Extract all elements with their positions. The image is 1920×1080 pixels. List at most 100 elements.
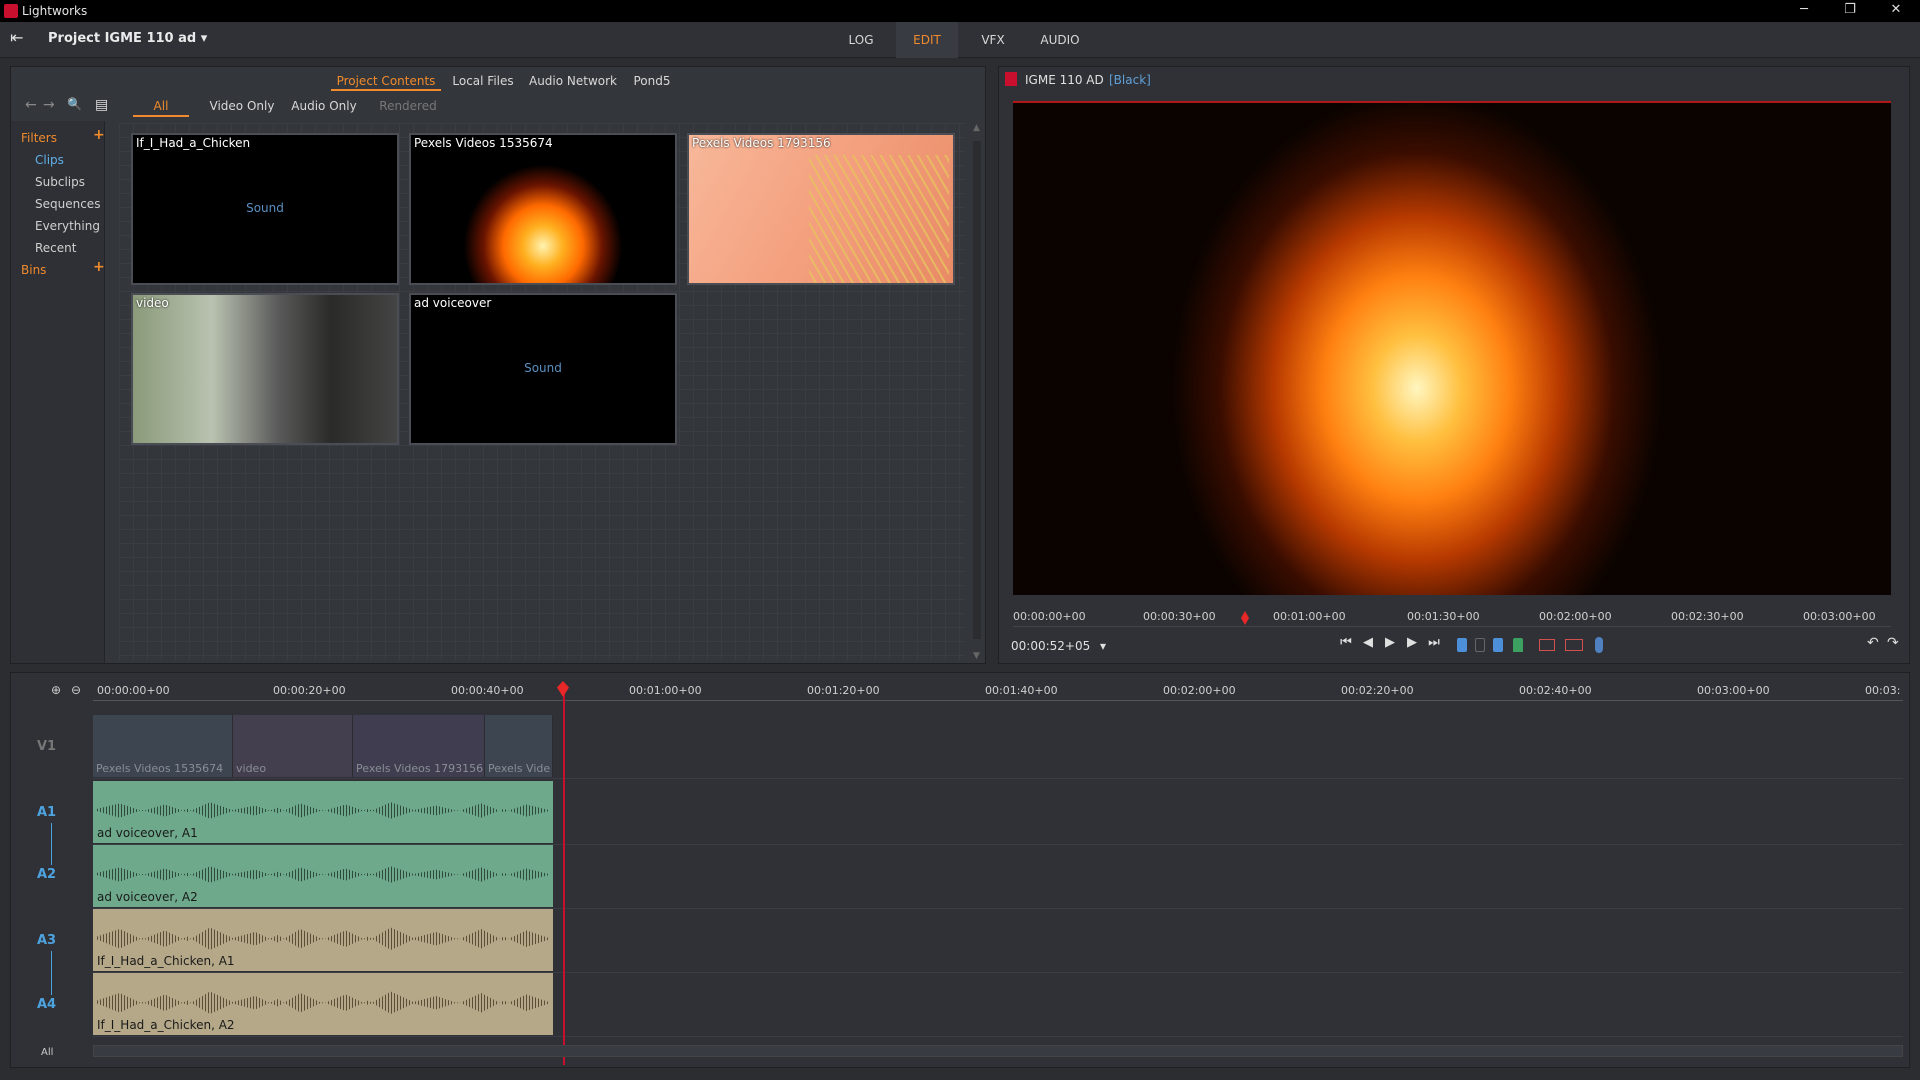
search-icon[interactable]: 🔍 (67, 97, 82, 111)
filter-all[interactable]: All (133, 95, 189, 117)
project-menu[interactable]: Project IGME 110 ad ▾ (48, 31, 207, 46)
ruler-tick: 00:01:00+00 (1273, 610, 1346, 623)
video-clip[interactable]: Pexels Videos 1793156 (353, 715, 485, 777)
exit-project-icon[interactable]: ⇤ (10, 28, 34, 50)
track-label-v1[interactable]: V1 (37, 739, 56, 754)
filter-audio-only[interactable]: Audio Only (289, 95, 359, 117)
filters-heading: Filters (21, 131, 57, 145)
sound-label: Sound (524, 361, 562, 375)
ruler-tick: 00:03: (1865, 684, 1901, 697)
tab-edit[interactable]: EDIT (896, 22, 958, 58)
filter-rendered[interactable]: Rendered (373, 95, 443, 117)
ruler-tick: 00:01:00+00 (629, 684, 702, 697)
timeline-playhead[interactable] (563, 683, 565, 1065)
filter-video-only[interactable]: Video Only (207, 95, 277, 117)
sidebar-item-sequences[interactable]: Sequences (35, 197, 100, 211)
bins-heading: Bins (21, 263, 47, 277)
clip-name: Pexels Videos 1535674 (414, 136, 553, 150)
sidebar-item-clips[interactable]: Clips (35, 153, 64, 167)
tab-audio-network[interactable]: Audio Network (525, 71, 621, 91)
track-a4: If_I_Had_a_Chicken, A2 (93, 973, 1903, 1037)
timeline-scrollbar[interactable] (93, 1045, 1903, 1057)
tab-vfx[interactable]: VFX (966, 22, 1020, 58)
timecode-display[interactable]: 00:00:52+05 ▾ (1011, 639, 1106, 653)
clip-thumb-pexels-1793156[interactable]: Pexels Videos 1793156 (687, 133, 955, 285)
track-a3: If_I_Had_a_Chicken, A1 (93, 909, 1903, 973)
track-label-a1[interactable]: A1 (37, 805, 56, 820)
ruler-tick: 00:02:00+00 (1539, 610, 1612, 623)
video-frame[interactable] (1013, 101, 1891, 595)
insert-icon[interactable] (1539, 639, 1555, 651)
clear-marks-icon[interactable] (1475, 638, 1485, 652)
timeline-panel: ⊕ ⊖ 00:00:00+00 00:00:20+00 00:00:40+00 … (10, 672, 1910, 1068)
audio-clip[interactable]: ad voiceover, A1 (93, 781, 553, 843)
ruler-tick: 00:01:30+00 (1407, 610, 1480, 623)
tab-project-contents[interactable]: Project Contents (331, 71, 441, 91)
zoom-out-icon[interactable]: ⊖ (71, 683, 81, 697)
video-clip[interactable]: Pexels Vide (485, 715, 553, 777)
redo-icon[interactable]: ↷ (1887, 635, 1899, 651)
tab-pond5[interactable]: Pond5 (627, 71, 677, 91)
all-tracks-toggle[interactable]: All (41, 1047, 53, 1058)
play-icon[interactable]: ▶ (1381, 635, 1399, 650)
playhead-marker[interactable] (1241, 611, 1249, 625)
restore-icon[interactable]: ❐ (1836, 2, 1864, 20)
clip-name: video (136, 296, 169, 310)
tab-audio[interactable]: AUDIO (1030, 22, 1090, 58)
track-label-a2[interactable]: A2 (37, 867, 56, 882)
ruler-tick: 00:02:40+00 (1519, 684, 1592, 697)
sidebar-item-subclips[interactable]: Subclips (35, 175, 85, 189)
sidebar-item-everything[interactable]: Everything (35, 219, 100, 233)
clip-thumb-if-i-had-a-chicken[interactable]: If_I_Had_a_Chicken Sound (131, 133, 399, 285)
mark-in-icon[interactable] (1457, 638, 1467, 652)
project-title: Project IGME 110 ad (48, 31, 197, 46)
audio-clip[interactable]: If_I_Had_a_Chicken, A2 (93, 973, 553, 1035)
ruler-tick: 00:01:40+00 (985, 684, 1058, 697)
close-icon[interactable]: ✕ (1882, 2, 1910, 20)
track-label-a3[interactable]: A3 (37, 933, 56, 948)
step-forward-icon[interactable]: ▶ (1403, 635, 1421, 650)
tab-log[interactable]: LOG (834, 22, 888, 58)
clip-thumb-pexels-1535674[interactable]: Pexels Videos 1535674 (409, 133, 677, 285)
step-back-icon[interactable]: ◀ (1359, 635, 1377, 650)
add-filter-icon[interactable]: + (93, 127, 105, 143)
cue-icon[interactable] (1513, 638, 1523, 652)
audio-clip[interactable]: If_I_Had_a_Chicken, A1 (93, 909, 553, 971)
content-browser: Project Contents Local Files Audio Netwo… (10, 66, 986, 664)
mark-out-icon[interactable] (1493, 638, 1503, 652)
viewer-ruler[interactable]: 00:00:00+00 00:00:30+00 00:01:00+00 00:0… (1013, 607, 1891, 627)
ruler-tick: 00:03:00+00 (1803, 610, 1876, 623)
waveform (97, 866, 549, 883)
lightworks-logo-icon (4, 4, 18, 18)
ruler-tick: 00:00:00+00 (97, 684, 170, 697)
forward-icon[interactable]: → (43, 97, 55, 113)
back-icon[interactable]: ← (25, 97, 37, 113)
go-to-end-icon[interactable]: ⏭ (1425, 635, 1443, 650)
go-to-start-icon[interactable]: ⏮ (1337, 635, 1355, 650)
waveform (97, 802, 549, 819)
audio-clip[interactable]: ad voiceover, A2 (93, 845, 553, 907)
timeline-ruler[interactable]: 00:00:00+00 00:00:20+00 00:00:40+00 00:0… (93, 681, 1903, 701)
track-a2: ad voiceover, A2 (93, 845, 1903, 909)
clip-grid: If_I_Had_a_Chicken Sound Pexels Videos 1… (119, 123, 965, 661)
replace-icon[interactable] (1565, 639, 1583, 651)
clip-thumb-ad-voiceover[interactable]: ad voiceover Sound (409, 293, 677, 445)
video-clip[interactable]: video (233, 715, 353, 777)
ruler-tick: 00:00:40+00 (451, 684, 524, 697)
window-title: Lightworks (22, 4, 88, 18)
video-clip[interactable]: Pexels Videos 1535674 (93, 715, 233, 777)
track-label-a4[interactable]: A4 (37, 997, 56, 1012)
undo-icon[interactable]: ↶ (1867, 635, 1879, 651)
sidebar-item-recent[interactable]: Recent (35, 241, 76, 255)
view-mode-icon[interactable]: ▤ (95, 97, 108, 113)
clip-thumb-video[interactable]: video (131, 293, 399, 445)
tab-local-files[interactable]: Local Files (447, 71, 519, 91)
browser-scrollbar[interactable]: ▲ ▼ (971, 123, 983, 661)
minimize-icon[interactable]: ─ (1790, 2, 1818, 20)
clip-name: If_I_Had_a_Chicken (136, 136, 251, 150)
ruler-tick: 00:03:00+00 (1697, 684, 1770, 697)
zoom-in-icon[interactable]: ⊕ (51, 683, 61, 697)
microphone-icon[interactable] (1595, 637, 1603, 653)
add-bin-icon[interactable]: + (93, 259, 105, 275)
track-v1: Pexels Videos 1535674 video Pexels Video… (93, 715, 1903, 779)
